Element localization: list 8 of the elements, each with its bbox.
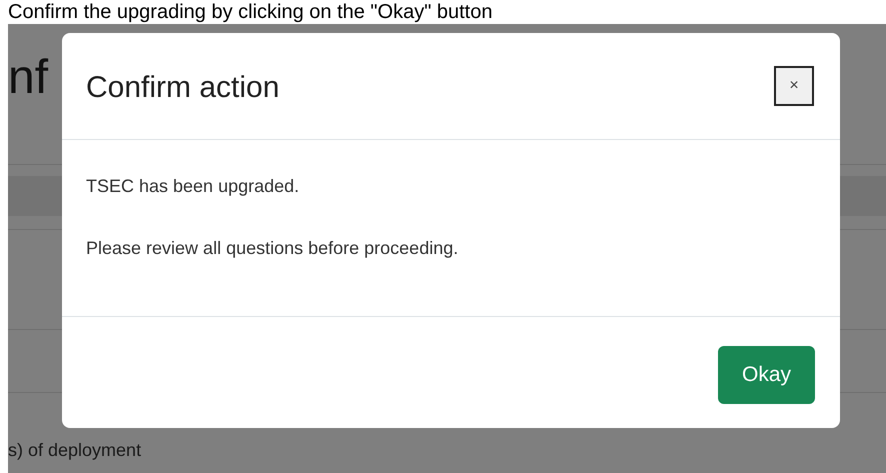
- instruction-caption: Confirm the upgrading by clicking on the "Okay" button: [7, 0, 494, 24]
- dialog-message: TSEC has been upgraded.: [86, 175, 300, 198]
- okay-button[interactable]: Okay: [718, 346, 815, 404]
- field-label: s) of deployment: [8, 439, 142, 462]
- dialog-message: Please review all questions before proceeding.: [86, 237, 460, 260]
- dialog-title: Confirm action: [86, 70, 280, 106]
- page-heading: nf: [8, 50, 48, 106]
- close-button[interactable]: ×: [774, 66, 814, 106]
